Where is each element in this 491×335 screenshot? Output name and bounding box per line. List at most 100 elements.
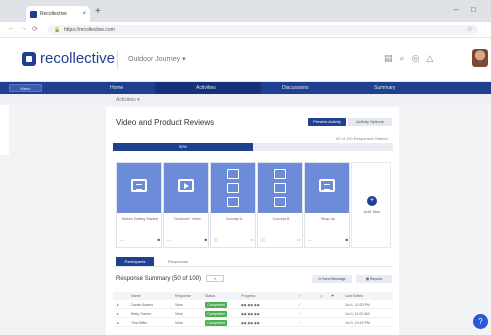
breadcrumb[interactable]: Activities ▾	[116, 97, 140, 103]
lock-icon: ■	[345, 237, 348, 242]
search-icon[interactable]: ⌕	[400, 53, 412, 63]
help-button[interactable]: ?	[473, 314, 488, 329]
logo-text: recollective	[40, 50, 116, 67]
chevron-down-icon: ▾	[182, 56, 186, 63]
progress-icons: ◆◆ ◆◆ ◆◆	[241, 303, 260, 307]
count-icon: ▭	[297, 237, 301, 242]
status-badge: Completed	[205, 311, 227, 317]
status-icon: —	[167, 237, 171, 242]
task-thumbnail	[305, 163, 349, 213]
summary-filter-select[interactable]: ▾	[206, 275, 224, 282]
back-icon[interactable]: ←	[8, 25, 15, 32]
column-header[interactable]: Status	[205, 294, 215, 298]
task-card[interactable]: Concept B ◫ ▭	[257, 162, 303, 248]
notifications-icon[interactable]: ◎	[412, 53, 427, 63]
response-link[interactable]: View	[175, 321, 183, 325]
add-task-card[interactable]: + Add Task	[351, 162, 391, 248]
nav-item-activities[interactable]: Activities	[196, 85, 216, 91]
new-tab-icon[interactable]: +	[95, 6, 101, 17]
status-badge: Completed	[205, 320, 227, 326]
table-row[interactable]: ▸ Betty Garner View Completed ◆◆ ◆◆ ◆◆ ✓…	[113, 310, 393, 318]
task-label: Wrap Up	[320, 217, 336, 221]
task-thumbnail	[164, 163, 208, 213]
menu-button[interactable]: Menu	[9, 84, 42, 92]
close-tab-icon[interactable]: ×	[82, 11, 86, 17]
favicon-icon	[30, 10, 37, 18]
checklist-icon	[227, 169, 239, 179]
column-header[interactable]: Progress	[241, 294, 255, 298]
column-header[interactable]: Last Edited	[345, 294, 363, 298]
check-icon: ✓	[298, 303, 302, 307]
browser-tab-title: Recollective	[40, 11, 67, 17]
screen-icon	[131, 179, 147, 192]
check-icon: ✓	[298, 312, 302, 316]
video-play-icon	[178, 179, 194, 192]
task-card[interactable]: "Outdoors" Video — ■	[163, 162, 209, 248]
response-link[interactable]: View	[175, 303, 183, 307]
send-message-button[interactable]: ✉ Send Message	[312, 275, 352, 283]
screen-icon	[319, 179, 335, 192]
check-column-icon: ✓	[298, 294, 302, 298]
checklist-icon	[274, 169, 286, 179]
nav-item-discussions[interactable]: Discussions	[282, 85, 309, 91]
row-expand-icon[interactable]: ▸	[117, 303, 119, 307]
flag-column-icon: ⚑	[331, 294, 335, 298]
address-row: ← → ⟳ 🔒 https://recollective.com ☆	[0, 22, 491, 38]
row-expand-icon[interactable]: ▸	[117, 321, 119, 325]
activity-options-button[interactable]: Activity Options	[348, 118, 392, 126]
tab-participants[interactable]: Participants	[116, 257, 154, 266]
status-icon: ◫	[214, 237, 218, 242]
nav-item-home[interactable]: Home	[110, 85, 123, 91]
task-card[interactable]: Before Getting Started — ■	[116, 162, 162, 248]
table-header: Name Response Status Progress ✓ ▫ ◇ ⚑ La…	[113, 292, 393, 300]
task-card[interactable]: Wrap Up — ■	[304, 162, 350, 248]
task-label: Concept B	[272, 217, 290, 221]
progress-icons: ◆◆ ◆◆ ◆◆	[241, 321, 260, 325]
column-header[interactable]: Response	[175, 294, 191, 298]
status-icon: —	[308, 237, 312, 242]
table-row[interactable]: ▸ Daniel Adams View Completed ◆◆ ◆◆ ◆◆ ✓…	[113, 301, 393, 309]
table-row[interactable]: ▸ Tina Miller View Completed ◆◆ ◆◆ ◆◆ ✓ …	[113, 319, 393, 327]
row-expand-icon[interactable]: ▸	[117, 312, 119, 316]
plus-icon: +	[367, 196, 377, 206]
lock-icon: ■	[204, 237, 207, 242]
checklist-icon	[274, 197, 286, 207]
left-panel	[0, 105, 9, 155]
app-header: recollective Outdoor Journey ▾ ▤⌕◎△	[0, 38, 491, 82]
maximize-icon[interactable]: □	[471, 5, 476, 14]
sub-bar	[0, 94, 491, 105]
header-icons: ▤⌕◎△	[384, 53, 440, 64]
avatar[interactable]	[472, 49, 488, 67]
add-task-label: Add Task	[363, 209, 381, 214]
browser-tab-strip: Recollective × + – □	[0, 0, 491, 22]
participant-name: Daniel Adams	[131, 303, 154, 307]
response-summary-title: Response Summary (50 of 100)	[116, 276, 202, 282]
nav-item-summary[interactable]: Summary	[374, 85, 395, 91]
rating-column-icon: ◇	[320, 294, 323, 298]
last-edited: Jul 3, 10:15 PM	[345, 321, 370, 325]
reports-button[interactable]: ▦ Reports	[356, 275, 392, 283]
minimize-icon[interactable]: –	[454, 5, 458, 14]
task-label: Concept A	[225, 217, 243, 221]
address-bar[interactable]: 🔒 https://recollective.com	[48, 25, 478, 35]
status-badge: Completed	[205, 302, 227, 308]
status-icon: ◫	[261, 237, 265, 242]
column-header[interactable]: Name	[131, 294, 141, 298]
comment-column-icon: ▫	[309, 294, 311, 298]
forward-icon[interactable]: →	[20, 25, 27, 32]
browser-tab[interactable]: Recollective ×	[26, 6, 90, 22]
progress-icons: ◆◆ ◆◆ ◆◆	[241, 312, 260, 316]
task-card[interactable]: Concept A ◫ ▭	[210, 162, 256, 248]
participant-name: Betty Garner	[131, 312, 152, 316]
progress-fill: 50%	[113, 143, 253, 151]
bell-icon[interactable]: △	[426, 53, 440, 63]
bookmark-star-icon[interactable]: ☆	[467, 25, 473, 33]
logo-icon	[22, 52, 36, 66]
tab-responses[interactable]: Responses	[158, 257, 198, 266]
response-link[interactable]: View	[175, 312, 183, 316]
project-selector[interactable]: Outdoor Journey ▾	[128, 55, 186, 63]
task-thumbnail	[117, 163, 161, 213]
preview-activity-button[interactable]: Preview Activity	[308, 118, 346, 126]
profile-card-icon[interactable]: ▤	[384, 53, 400, 63]
reload-icon[interactable]: ⟳	[32, 25, 38, 33]
